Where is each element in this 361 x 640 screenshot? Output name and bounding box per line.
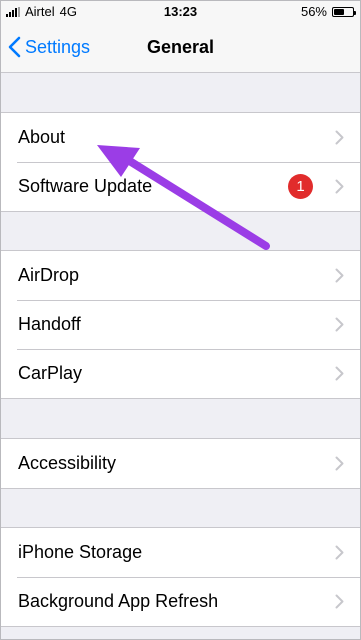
status-right: 56% <box>300 4 356 19</box>
status-bar: Airtel 4G 13:23 56% <box>0 0 361 22</box>
chevron-right-icon <box>335 456 344 471</box>
settings-group-storage: iPhone Storage Background App Refresh <box>0 527 361 627</box>
row-label: iPhone Storage <box>18 542 143 562</box>
chevron-right-icon <box>335 179 344 194</box>
row-label: Software Update <box>18 176 153 196</box>
row-handoff[interactable]: Handoff <box>0 300 361 349</box>
row-iphone-storage[interactable]: iPhone Storage <box>0 528 361 577</box>
row-label: About <box>18 127 66 147</box>
row-label: Background App Refresh <box>18 591 219 611</box>
settings-group-info: About Software Update 1 <box>0 112 361 212</box>
row-airdrop[interactable]: AirDrop <box>0 251 361 300</box>
row-label: Accessibility <box>18 453 117 473</box>
chevron-right-icon <box>335 545 344 560</box>
battery-level <box>334 8 345 15</box>
page-title: General <box>146 37 215 57</box>
row-label: Handoff <box>18 314 81 334</box>
nav-bar: Settings General <box>0 22 361 73</box>
chevron-right-icon <box>335 366 344 381</box>
row-label: AirDrop <box>18 265 80 285</box>
row-carplay[interactable]: CarPlay <box>0 349 361 398</box>
row-software-update[interactable]: Software Update 1 <box>0 162 361 211</box>
settings-group-continuity: AirDrop Handoff CarPlay <box>0 250 361 399</box>
chevron-right-icon <box>335 594 344 609</box>
row-accessibility[interactable]: Accessibility <box>0 439 361 488</box>
chevron-right-icon <box>335 130 344 145</box>
row-background-app-refresh[interactable]: Background App Refresh <box>0 577 361 626</box>
row-label: CarPlay <box>18 363 83 383</box>
battery-percent: 56% <box>300 4 327 19</box>
chevron-right-icon <box>335 268 344 283</box>
battery-icon <box>332 6 356 17</box>
row-about[interactable]: About <box>0 113 361 162</box>
notification-badge: 1 <box>288 174 313 199</box>
chevron-right-icon <box>335 317 344 332</box>
settings-group-accessibility: Accessibility <box>0 438 361 489</box>
